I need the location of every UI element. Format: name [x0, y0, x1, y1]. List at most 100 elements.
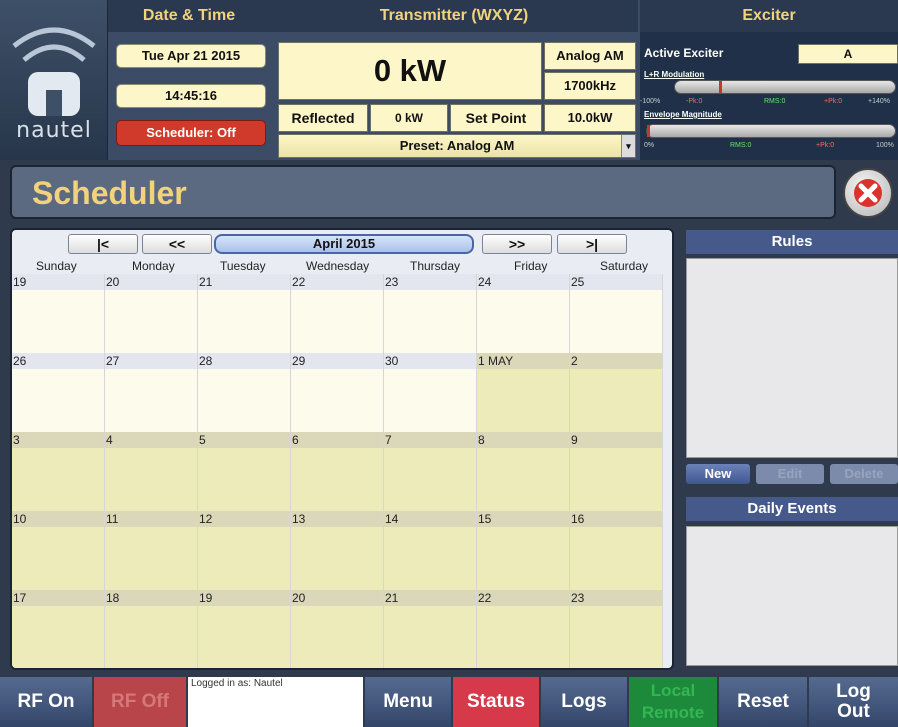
calendar-day-cell[interactable]: 1 MAY: [477, 353, 570, 432]
calendar-day-cell[interactable]: 18: [105, 590, 198, 668]
logout-label-line2: Out: [837, 701, 870, 722]
calendar-day-body: [105, 290, 197, 353]
calendar-day-cell[interactable]: 22: [291, 274, 384, 353]
transmitter-panel: 0 kW Analog AM 1700kHz Reflected 0 kW Se…: [270, 32, 638, 160]
calendar-day-cell[interactable]: 28: [198, 353, 291, 432]
calendar-day-cell[interactable]: 22: [477, 590, 570, 668]
calendar-day-cell[interactable]: 5: [198, 432, 291, 511]
calendar-day-cell[interactable]: 6: [291, 432, 384, 511]
calendar-day-cell[interactable]: 20: [105, 274, 198, 353]
preset-dropdown[interactable]: Preset: Analog AM ▾: [278, 134, 636, 158]
calendar-day-cell[interactable]: 30: [384, 353, 477, 432]
calendar-day-body: [12, 290, 104, 353]
calendar-day-number: 21: [384, 590, 476, 606]
calendar-day-number: 7: [384, 432, 476, 448]
calendar-day-number: 17: [12, 590, 104, 606]
calendar-day-cell[interactable]: 2: [570, 353, 663, 432]
calendar-day-cell[interactable]: 20: [291, 590, 384, 668]
calendar-day-cell[interactable]: 4: [105, 432, 198, 511]
scheduler-status-badge[interactable]: Scheduler: Off: [116, 120, 266, 146]
calendar-day-cell[interactable]: 14: [384, 511, 477, 590]
logs-button[interactable]: Logs: [541, 677, 627, 727]
reset-button[interactable]: Reset: [719, 677, 807, 727]
status-button[interactable]: Status: [453, 677, 539, 727]
env-scale-max: 100%: [876, 142, 894, 149]
last-month-button[interactable]: >|: [557, 234, 627, 254]
calendar-day-body: [570, 527, 662, 590]
calendar-day-cell[interactable]: 23: [570, 590, 663, 668]
calendar-day-body: [384, 290, 476, 353]
close-button[interactable]: [843, 168, 893, 218]
new-rule-button[interactable]: New: [686, 464, 750, 484]
calendar-day-number: 8: [477, 432, 569, 448]
calendar-day-cell[interactable]: 13: [291, 511, 384, 590]
remote-label: Remote: [641, 703, 705, 722]
calendar-day-body: [12, 527, 104, 590]
calendar-day-number: 21: [198, 274, 290, 290]
calendar-day-body: [198, 527, 290, 590]
mod-scale-pos-peak: +Pk:0: [824, 98, 843, 105]
calendar-day-body: [12, 369, 104, 432]
rf-on-button[interactable]: RF On: [0, 677, 92, 727]
calendar-day-cell[interactable]: 7: [384, 432, 477, 511]
calendar-day-cell[interactable]: 12: [198, 511, 291, 590]
calendar-day-cell[interactable]: 29: [291, 353, 384, 432]
calendar-day-cell[interactable]: 10: [12, 511, 105, 590]
rules-title: Rules: [686, 230, 898, 254]
logo-icon: [12, 27, 96, 116]
header-bar: nautel Date & Time Tue Apr 21 2015 14:45…: [0, 0, 898, 160]
calendar-day-number: 16: [570, 511, 662, 527]
calendar-day-cell[interactable]: 3: [12, 432, 105, 511]
time-display: 14:45:16: [116, 84, 266, 108]
calendar-day-body: [105, 527, 197, 590]
calendar-day-cell[interactable]: 16: [570, 511, 663, 590]
calendar-day-cell[interactable]: 15: [477, 511, 570, 590]
calendar-day-number: 2: [570, 353, 662, 369]
env-scale-pos-peak: +Pk:0: [816, 142, 835, 149]
next-month-button[interactable]: >>: [482, 234, 552, 254]
calendar-day-body: [291, 369, 383, 432]
day-header-sunday: Sunday: [36, 259, 77, 273]
calendar-day-cell[interactable]: 23: [384, 274, 477, 353]
day-header-wednesday: Wednesday: [306, 259, 370, 273]
calendar-day-body: [291, 527, 383, 590]
envelope-meter: [646, 124, 896, 138]
calendar-day-cell[interactable]: 19: [12, 274, 105, 353]
calendar-day-cell[interactable]: 27: [105, 353, 198, 432]
calendar-day-cell[interactable]: 19: [198, 590, 291, 668]
exciter-panel: Active Exciter A L+R Modulation -100% -P…: [640, 32, 898, 160]
first-month-button[interactable]: |<: [68, 234, 138, 254]
calendar-day-number: 13: [291, 511, 383, 527]
day-header-friday: Friday: [514, 259, 548, 273]
calendar-day-cell[interactable]: 8: [477, 432, 570, 511]
edit-rule-button[interactable]: Edit: [756, 464, 824, 484]
calendar-day-number: 18: [105, 590, 197, 606]
calendar-day-body: [477, 606, 569, 668]
calendar-day-number: 29: [291, 353, 383, 369]
calendar-day-cell[interactable]: 24: [477, 274, 570, 353]
calendar-day-body: [477, 290, 569, 353]
calendar-day-number: 28: [198, 353, 290, 369]
rules-list[interactable]: [686, 258, 898, 458]
close-icon: [854, 179, 882, 207]
setpoint-value: 10.0kW: [544, 104, 636, 132]
calendar-day-cell[interactable]: 21: [384, 590, 477, 668]
calendar-day-number: 27: [105, 353, 197, 369]
calendar-day-cell[interactable]: 21: [198, 274, 291, 353]
calendar-day-cell[interactable]: 11: [105, 511, 198, 590]
menu-button[interactable]: Menu: [365, 677, 451, 727]
local-remote-toggle[interactable]: Local Remote: [629, 677, 717, 727]
prev-month-button[interactable]: <<: [142, 234, 212, 254]
rf-off-button[interactable]: RF Off: [94, 677, 186, 727]
calendar-day-cell[interactable]: 25: [570, 274, 663, 353]
calendar-day-cell[interactable]: 9: [570, 432, 663, 511]
calendar-day-number: 6: [291, 432, 383, 448]
day-header-monday: Monday: [132, 259, 175, 273]
power-readout: 0 kW: [278, 42, 542, 100]
calendar-day-cell[interactable]: 17: [12, 590, 105, 668]
chevron-down-icon: ▾: [621, 135, 635, 157]
nautel-logo: nautel: [0, 0, 108, 160]
calendar-day-cell[interactable]: 26: [12, 353, 105, 432]
delete-rule-button[interactable]: Delete: [830, 464, 898, 484]
logout-button[interactable]: Log Out: [809, 677, 898, 727]
